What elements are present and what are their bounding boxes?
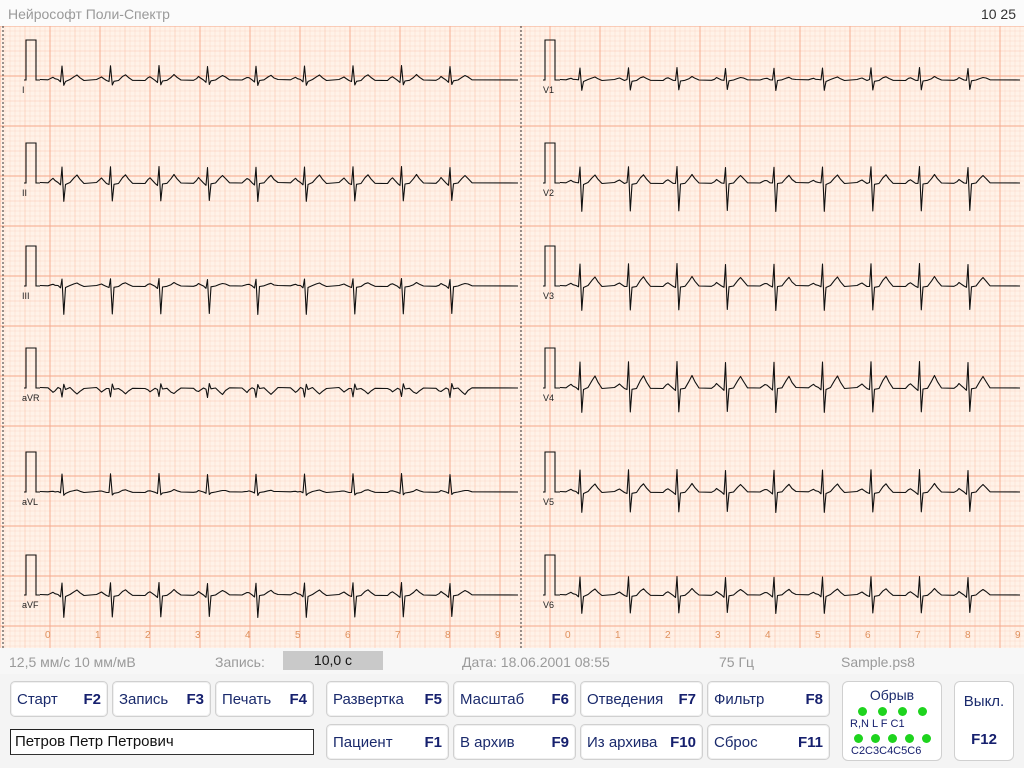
electrode-indicator-f <box>898 707 907 716</box>
power-off-button[interactable]: Выкл. F12 <box>954 681 1014 761</box>
sweep-button[interactable]: Развертка F5 <box>326 681 449 717</box>
lead-label: V1 <box>543 85 554 95</box>
time-tick-label: 8 <box>445 630 451 641</box>
record-duration: 10,0 с <box>283 651 383 670</box>
record-date: Дата: 18.06.2001 08:55 <box>462 654 610 670</box>
filter-readout: 75 Гц <box>719 654 755 670</box>
lead-label: V4 <box>543 393 554 403</box>
record-button[interactable]: Запись F3 <box>112 681 211 717</box>
electrode-indicator-rn <box>858 707 867 716</box>
time-tick-label: 5 <box>815 630 821 641</box>
time-tick-label: 7 <box>915 630 921 641</box>
print-key: F4 <box>289 691 307 708</box>
start-button[interactable]: Старт F2 <box>10 681 108 717</box>
ecg-display: IIIIIIaVRaVLaVF0 1 2 3 4 5 6 7 8 9V1V2V3V4V5V60 1 2… <box>0 26 1024 648</box>
time-tick-label: 7 <box>395 630 401 641</box>
lead-label: V2 <box>543 188 554 198</box>
from-archive-button[interactable]: Из архива F10 <box>580 724 703 760</box>
patient-button[interactable]: Пациент F1 <box>326 724 449 760</box>
title-bar: Нейрософт Поли-Спектр 10 25 <box>0 0 1024 26</box>
time-tick-label: 9 <box>1015 630 1021 641</box>
lead-label: V6 <box>543 600 554 610</box>
record-key: F3 <box>186 691 204 708</box>
electrode-indicator-c2 <box>854 734 863 743</box>
lead-label: III <box>22 291 30 301</box>
record-btn-label: Запись <box>119 691 169 708</box>
clock: 10 25 <box>980 6 1016 22</box>
time-tick-label: 3 <box>195 630 201 641</box>
sweep-key: F5 <box>424 691 442 708</box>
lead-break-title: Обрыв <box>869 687 915 703</box>
power-off-key: F12 <box>971 731 997 748</box>
record-label: Запись: <box>215 654 265 670</box>
lead-break-panel: Обрыв R,N L F C1 C2C3C4C5C6 <box>842 681 942 761</box>
electrode-indicator-c6 <box>922 734 931 743</box>
electrode-indicator-c1 <box>918 707 927 716</box>
filter-button[interactable]: Фильтр F8 <box>707 681 830 717</box>
electrode-indicator-c5 <box>905 734 914 743</box>
electrode-indicator-l <box>878 707 887 716</box>
leads-label: Отведения <box>587 691 664 708</box>
time-tick-label: 6 <box>865 630 871 641</box>
lead-label: aVR <box>22 393 40 403</box>
time-tick-label: 2 <box>665 630 671 641</box>
from-archive-label: Из архива <box>587 734 658 751</box>
time-tick-label: 1 <box>615 630 621 641</box>
print-button[interactable]: Печать F4 <box>215 681 314 717</box>
electrode-indicator-c4 <box>888 734 897 743</box>
electrode-row2-labels: C2C3C4C5C6 <box>851 745 922 757</box>
time-tick-label: 5 <box>295 630 301 641</box>
filter-label: Фильтр <box>714 691 765 708</box>
to-archive-key: F9 <box>551 734 569 751</box>
lead-label: II <box>22 188 27 198</box>
time-tick-label: 4 <box>765 630 771 641</box>
leads-button[interactable]: Отведения F7 <box>580 681 703 717</box>
reset-button[interactable]: Сброс F11 <box>707 724 830 760</box>
lead-label: aVL <box>22 497 38 507</box>
lead-label: aVF <box>22 600 39 610</box>
lead-label: I <box>22 85 25 95</box>
patient-label: Пациент <box>333 734 393 751</box>
from-archive-key: F10 <box>670 734 696 751</box>
leads-key: F7 <box>678 691 696 708</box>
time-tick-label: 4 <box>245 630 251 641</box>
speed-readout: 12,5 мм/с 10 мм/мВ <box>9 654 136 670</box>
sweep-label: Развертка <box>333 691 404 708</box>
scale-key: F6 <box>551 691 569 708</box>
power-off-label: Выкл. <box>963 693 1005 710</box>
time-tick-label: 8 <box>965 630 971 641</box>
lead-label: V5 <box>543 497 554 507</box>
file-name: Sample.ps8 <box>841 654 915 670</box>
reset-key: F11 <box>797 734 823 751</box>
time-tick-label: 2 <box>145 630 151 641</box>
status-bar: 12,5 мм/с 10 мм/мВ Запись: 10,0 с Дата: … <box>0 648 1024 674</box>
scale-label: Масштаб <box>460 691 525 708</box>
scale-button[interactable]: Масштаб F6 <box>453 681 576 717</box>
start-label: Старт <box>17 691 58 708</box>
electrode-row1-labels: R,N L F C1 <box>850 718 905 730</box>
reset-label: Сброс <box>714 734 758 751</box>
filter-key: F8 <box>805 691 823 708</box>
print-label: Печать <box>222 691 272 708</box>
lead-label: V3 <box>543 291 554 301</box>
patient-key: F1 <box>424 734 442 751</box>
start-key: F2 <box>83 691 101 708</box>
patient-name-field[interactable]: Петров Петр Петрович <box>10 729 314 755</box>
time-tick-label: 1 <box>95 630 101 641</box>
time-tick-label: 6 <box>345 630 351 641</box>
to-archive-button[interactable]: В архив F9 <box>453 724 576 760</box>
time-tick-label: 3 <box>715 630 721 641</box>
app-title: Нейрософт Поли-Спектр <box>8 6 170 22</box>
time-tick-label: 9 <box>495 630 501 641</box>
electrode-indicator-c3 <box>871 734 880 743</box>
time-tick-label: 0 <box>45 630 51 641</box>
to-archive-label: В архив <box>460 734 515 751</box>
time-tick-label: 0 <box>565 630 571 641</box>
